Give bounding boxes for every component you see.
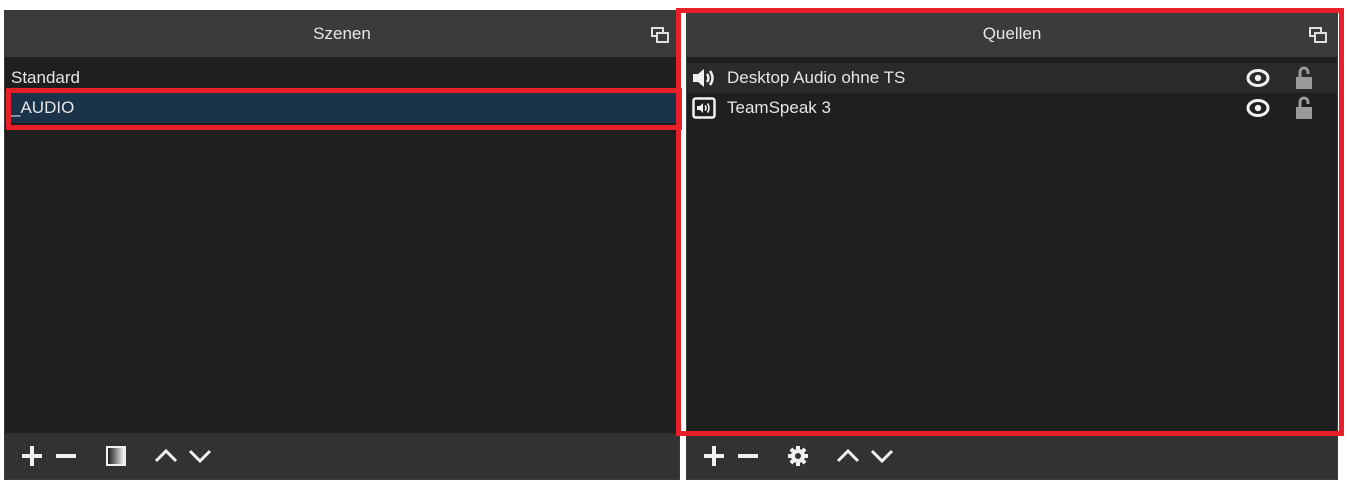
scene-item-label: _AUDIO — [11, 98, 75, 117]
undock-icon[interactable] — [651, 27, 669, 43]
remove-scene-button[interactable] — [49, 439, 83, 473]
filter-icon — [106, 446, 126, 466]
speaker-icon — [689, 66, 719, 90]
scene-filters-button[interactable] — [99, 439, 133, 473]
source-item-label: Desktop Audio ohne TS — [727, 68, 906, 87]
scenes-toolbar — [5, 433, 679, 479]
sources-dock: Quellen Desktop Audio ohne TS TeamSpeak … — [686, 10, 1338, 480]
scenes-dock-header: Szenen — [5, 11, 679, 57]
undock-icon[interactable] — [1309, 27, 1327, 43]
source-item-teamspeak[interactable]: TeamSpeak 3 — [687, 93, 1337, 123]
move-source-up-button[interactable] — [831, 439, 865, 473]
eye-icon[interactable] — [1245, 68, 1271, 88]
audio-capture-icon — [689, 96, 719, 120]
chevron-up-icon — [836, 448, 860, 463]
move-scene-down-button[interactable] — [183, 439, 217, 473]
chevron-down-icon — [188, 449, 212, 464]
minus-icon — [56, 454, 76, 458]
sources-dock-header: Quellen — [687, 11, 1337, 57]
source-properties-button[interactable] — [781, 439, 815, 473]
chevron-down-icon — [870, 449, 894, 464]
sources-toolbar — [687, 433, 1337, 479]
plus-icon — [22, 446, 42, 466]
minus-icon — [738, 454, 758, 458]
chevron-up-icon — [154, 448, 178, 463]
scenes-list[interactable]: Standard _AUDIO — [5, 63, 679, 433]
remove-source-button[interactable] — [731, 439, 765, 473]
source-item-desktop-audio[interactable]: Desktop Audio ohne TS — [687, 63, 1337, 93]
scene-item-audio[interactable]: _AUDIO — [5, 93, 679, 123]
move-source-down-button[interactable] — [865, 439, 899, 473]
scenes-dock-title: Szenen — [313, 24, 371, 43]
move-scene-up-button[interactable] — [149, 439, 183, 473]
add-source-button[interactable] — [697, 439, 731, 473]
eye-icon[interactable] — [1245, 98, 1271, 118]
sources-list[interactable]: Desktop Audio ohne TS TeamSpeak 3 — [687, 63, 1337, 433]
plus-icon — [704, 446, 724, 466]
unlock-icon[interactable] — [1295, 66, 1313, 90]
add-scene-button[interactable] — [15, 439, 49, 473]
scene-item-label: Standard — [11, 68, 80, 87]
source-item-label: TeamSpeak 3 — [727, 98, 831, 117]
sources-dock-title: Quellen — [982, 24, 1042, 43]
gear-icon — [788, 446, 808, 466]
scenes-dock: Szenen Standard _AUDIO — [4, 10, 680, 480]
scene-item-standard[interactable]: Standard — [5, 63, 679, 93]
unlock-icon[interactable] — [1295, 96, 1313, 120]
